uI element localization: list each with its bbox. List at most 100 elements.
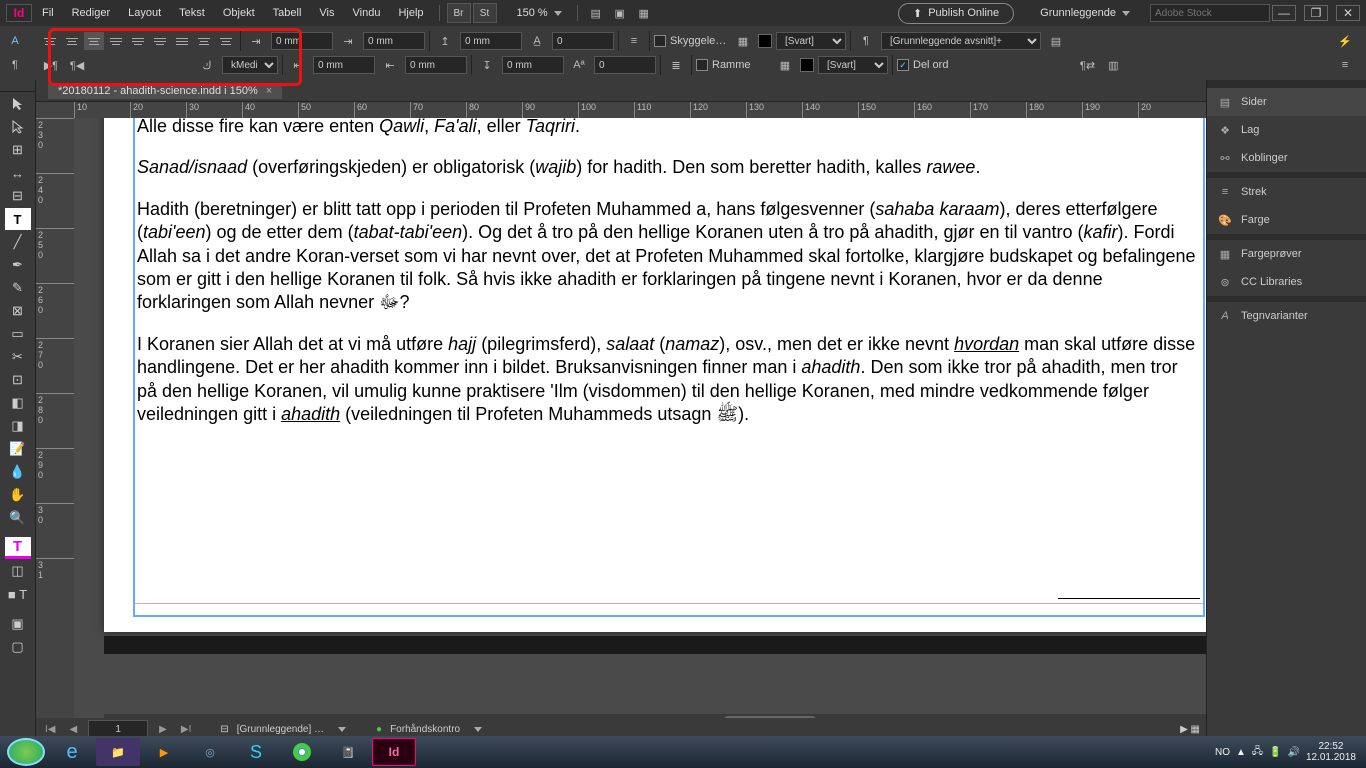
note-tool[interactable]: 📝 [5,438,31,460]
restore-button[interactable]: ❐ [1304,5,1328,21]
align-toward-spine-button[interactable] [194,32,214,50]
panel-koblinger[interactable]: ⚯Koblinger [1207,144,1366,172]
document-text[interactable]: Alle disse fire kan være enten Qawli, Fa… [135,118,1203,426]
apply-color[interactable]: ■ T [5,583,31,605]
pen-tool[interactable]: ✒ [5,254,31,276]
arrange-icon[interactable]: ▦ [633,3,655,23]
media-player-icon[interactable]: ▶ [142,738,186,766]
last-line-indent-field[interactable] [405,56,467,74]
paragraph-style-select[interactable]: [Grunnleggende avsnitt]+ [881,32,1041,50]
canvas[interactable]: Alle disse fire kan være enten Qawli, Fa… [74,118,1206,760]
justify-full-button[interactable] [172,32,192,50]
type-tool[interactable]: T [5,208,31,230]
chrome-icon[interactable] [280,738,324,766]
horizontal-ruler[interactable]: 1020304050607080901001101201301401501601… [74,102,1206,118]
shading-swatch[interactable] [758,34,772,48]
hyphenate-checkbox[interactable]: ✓ [897,59,909,71]
direct-selection-tool[interactable] [5,116,31,138]
align-away-spine-button[interactable] [216,32,236,50]
menu-objekt[interactable]: Objekt [215,4,263,22]
free-transform-tool[interactable]: ⊡ [5,369,31,391]
numbering-icon[interactable]: ≣ [665,55,687,75]
minimize-button[interactable]: — [1272,5,1296,21]
char-format-mode[interactable]: A [4,31,26,51]
close-button[interactable]: ✕ [1336,5,1360,21]
start-button[interactable] [4,738,48,766]
shading-swatch-select[interactable]: [Svart] [776,32,846,50]
scissors-tool[interactable]: ✂ [5,346,31,368]
panel-strek[interactable]: ≡Strek [1207,178,1366,206]
bridge-button[interactable]: Br [447,3,471,23]
page[interactable]: Alle disse fire kan være enten Qawli, Fa… [104,118,1206,632]
gradient-feather-tool[interactable]: ◨ [5,415,31,437]
quick-apply-icon[interactable]: ▤ [1045,31,1067,51]
menu-hjelp[interactable]: Hjelp [390,4,431,22]
next-page-button[interactable]: ▶ [156,724,170,735]
panel-farge[interactable]: 🎨Farge [1207,206,1366,234]
align-left-button[interactable] [40,32,60,50]
justify-left-button[interactable] [106,32,126,50]
stock-button[interactable]: St [473,3,497,23]
drop-cap-lines-field[interactable] [552,32,614,50]
panel-menu-icon[interactable]: ≡ [1334,55,1356,75]
clock[interactable]: 22:52 12.01.2018 [1306,741,1356,763]
ltr-paragraph-button[interactable]: ▶¶ [40,55,62,75]
align-right-button[interactable] [84,32,104,50]
open-icon[interactable]: ⊟ [220,724,228,735]
first-page-button[interactable]: I◀ [42,724,58,735]
space-before-field[interactable] [460,32,522,50]
explorer-icon[interactable]: 📁 [96,738,140,766]
tray-battery-icon[interactable]: 🔋 [1269,747,1281,758]
gpu-icon[interactable]: ⚡ [1334,31,1356,51]
notepad-icon[interactable]: 📓 [326,738,370,766]
line-tool[interactable]: ╱ [5,231,31,253]
border-options-icon[interactable]: ▦ [774,55,796,75]
panel-cc-libraries[interactable]: ⊚CC Libraries [1207,268,1366,296]
pencil-tool[interactable]: ✎ [5,277,31,299]
gap-tool[interactable]: ↔ [5,162,31,184]
menu-layout[interactable]: Layout [120,4,169,22]
justify-right-button[interactable] [150,32,170,50]
border-swatch[interactable] [800,58,814,72]
rectangle-frame-tool[interactable]: ⊠ [5,300,31,322]
vertical-ruler[interactable]: 2 3 02 4 02 5 02 6 02 7 02 8 02 9 03 03 … [36,118,74,760]
rectangle-tool[interactable]: ▭ [5,323,31,345]
panel-sider[interactable]: ▤Sider [1207,88,1366,116]
default-fill-stroke[interactable]: ◫ [5,560,31,582]
para-direction-icon[interactable]: ¶⇄ [1076,55,1098,75]
menu-tabell[interactable]: Tabell [265,4,310,22]
align-center-button[interactable] [62,32,82,50]
scroll-right-button[interactable]: ▶ ▦ [1180,724,1200,735]
indent-right-field[interactable] [313,56,375,74]
fill-stroke-swap[interactable]: T [5,537,31,559]
tray-volume-icon[interactable]: 🔊 [1287,747,1299,758]
prev-page-button[interactable]: ◀ [66,724,80,735]
eyedropper-tool[interactable]: 💧 [5,461,31,483]
tray-flag-icon[interactable]: ▲ [1236,747,1246,758]
view-options-icon[interactable]: ▤ [585,3,607,23]
tray-network-icon[interactable]: 🖧 [1252,744,1263,761]
lang-indicator[interactable]: NO [1215,747,1230,758]
kashida-select[interactable]: kMedi... [222,56,278,74]
indesign-taskbar-icon[interactable]: Id [372,738,416,766]
panel-fargeprover[interactable]: ▦Fargeprøver [1207,240,1366,268]
zoom-select[interactable]: 150 % [509,4,570,22]
search-input[interactable] [1150,4,1270,22]
document-tab[interactable]: *20180112 - ahadith-science.indd i 150% … [48,83,282,99]
preflight-label[interactable]: Forhåndskontro [390,724,460,735]
first-line-indent-field[interactable] [363,32,425,50]
gradient-swatch-tool[interactable]: ◧ [5,392,31,414]
text-frame[interactable]: Alle disse fire kan være enten Qawli, Fa… [134,118,1204,616]
border-checkbox[interactable] [696,59,708,71]
justify-center-button[interactable] [128,32,148,50]
bullets-icon[interactable]: ≡ [623,31,645,51]
workspace-select[interactable]: Grunnleggende [1032,4,1138,22]
tab-close-icon[interactable]: × [266,85,272,97]
selection-tool[interactable] [5,93,31,115]
space-after-field[interactable] [502,56,564,74]
para-format-mode[interactable]: ¶ [4,55,26,75]
rtl-paragraph-button[interactable]: ¶◀ [66,55,88,75]
screen-mode-normal[interactable]: ▣ [5,613,31,635]
panel-lag[interactable]: ❖Lag [1207,116,1366,144]
publish-online-button[interactable]: ⬆ Publish Online [898,3,1014,24]
